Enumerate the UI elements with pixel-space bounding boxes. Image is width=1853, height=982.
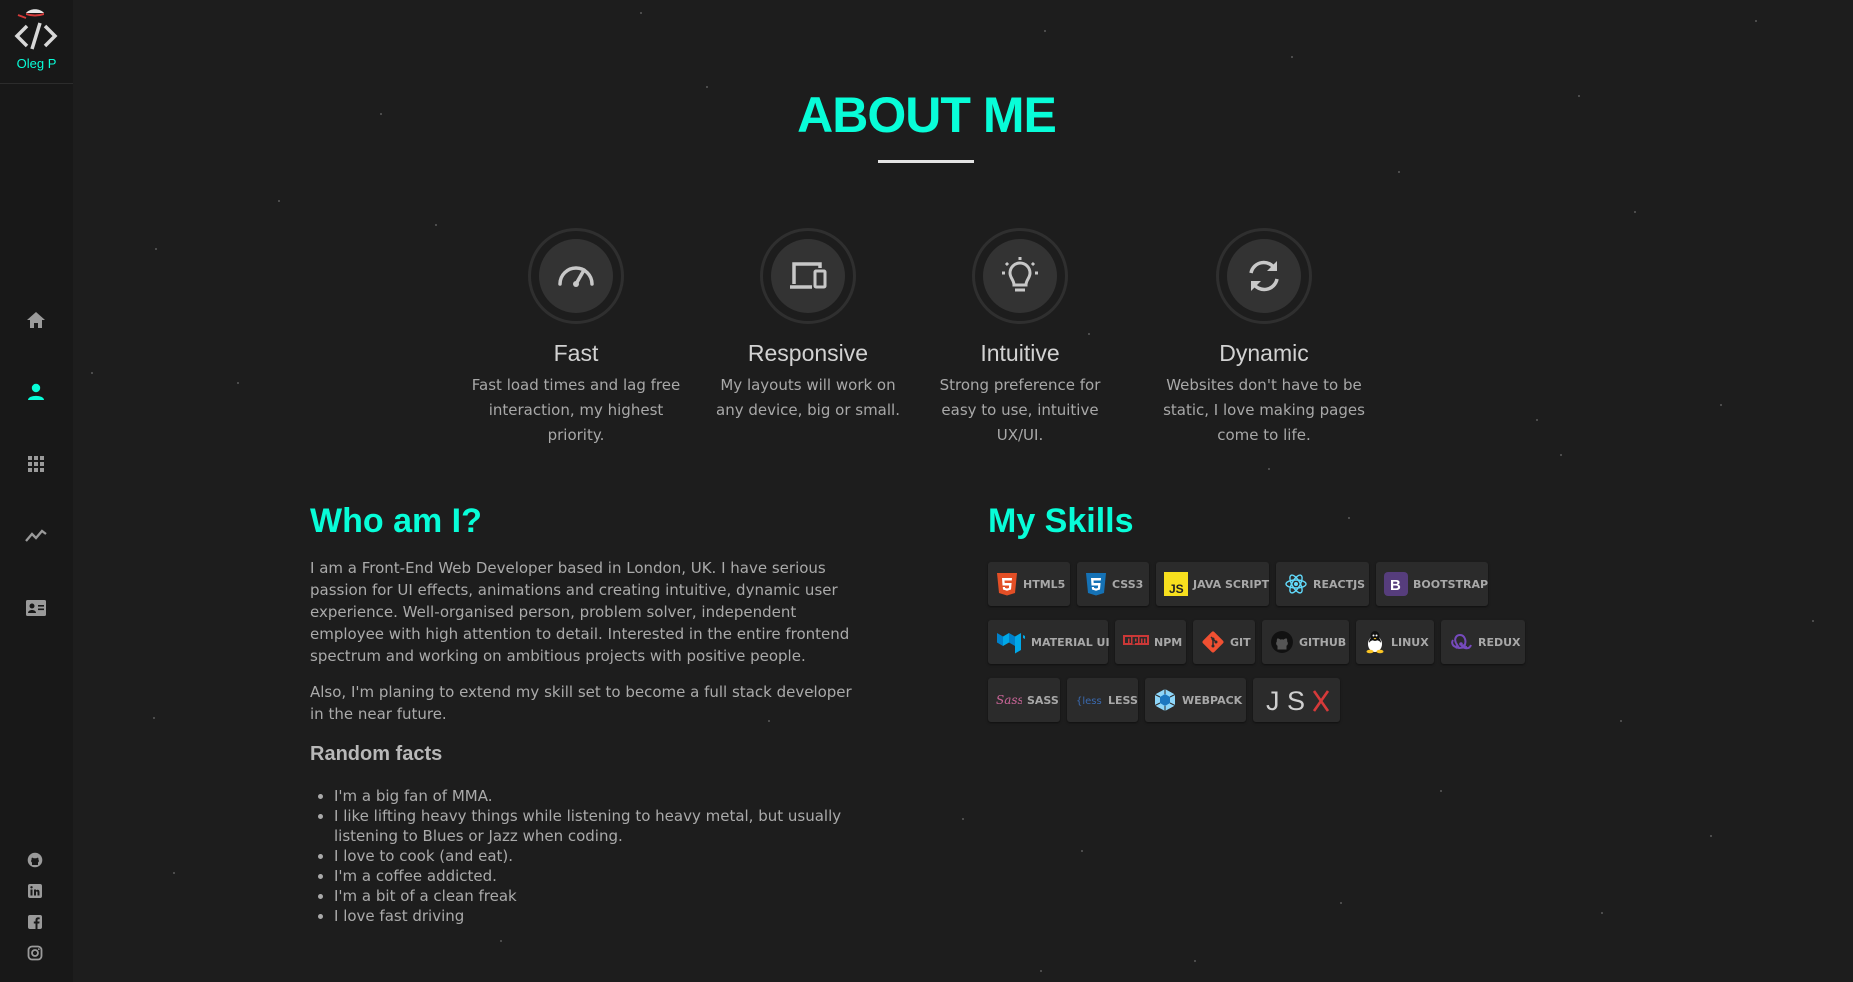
refresh-icon <box>1249 260 1279 292</box>
skill-badge-bootstrap: B BOOTSTRAP <box>1376 562 1488 606</box>
skill-badge-javascript: JS JAVA SCRIPT <box>1156 562 1269 606</box>
feature-icon-circle <box>1216 228 1312 324</box>
skill-label: LESS <box>1108 693 1138 707</box>
my-skills-heading: My Skills <box>988 502 1134 540</box>
html5-icon <box>997 573 1017 596</box>
devices-icon <box>790 262 827 289</box>
skill-badge-npm: NPM <box>1115 620 1186 664</box>
github-icon <box>1271 631 1293 653</box>
random-facts-list: I'm a big fan of MMA. I like lifting hea… <box>334 786 874 926</box>
skill-label: MATERIAL UI <box>1031 635 1110 649</box>
npm-icon <box>1123 635 1149 645</box>
skill-badge-reactjs: REACTJS <box>1276 562 1369 606</box>
css3-icon <box>1086 573 1106 596</box>
code-logo-icon <box>14 9 58 50</box>
javascript-icon: JS <box>1164 572 1188 596</box>
skill-badge-html5: HTML5 <box>988 562 1070 606</box>
skill-badge-less: {less} LESS <box>1067 678 1138 722</box>
feature-title: Responsive <box>747 340 869 366</box>
skill-label: REACTJS <box>1313 577 1366 591</box>
git-icon <box>1202 631 1224 653</box>
material-ui-icon <box>997 633 1025 654</box>
list-item: I love to cook (and eat). <box>334 846 874 866</box>
speedometer-icon <box>558 266 594 287</box>
svg-text:Sass: Sass <box>996 693 1022 707</box>
lightbulb-icon <box>1002 257 1038 292</box>
plans-paragraph: Also, I'm planing to extend my skill set… <box>310 683 852 723</box>
skill-label: GITHUB <box>1299 635 1347 649</box>
contact-card-icon[interactable] <box>24 596 48 620</box>
who-am-i-heading: Who am I? <box>310 502 482 540</box>
facebook-icon[interactable] <box>27 914 43 930</box>
bootstrap-icon: B <box>1384 572 1408 596</box>
logo[interactable]: Oleg P <box>0 0 73 84</box>
trending-icon[interactable] <box>24 524 48 548</box>
feature-title: Intuitive <box>980 340 1060 366</box>
feature-title: Dynamic <box>1219 340 1309 366</box>
page-title: ABOUT ME <box>797 87 1057 143</box>
skill-badge-github: GITHUB <box>1262 620 1349 664</box>
random-facts-heading: Random facts <box>310 743 443 765</box>
less-icon: {less} <box>1076 696 1103 707</box>
jsx-icon: J S <box>1266 686 1329 715</box>
skill-label: J S <box>1266 686 1305 715</box>
github-icon[interactable] <box>27 852 43 868</box>
list-item: I'm a bit of a clean freak <box>334 886 874 906</box>
instagram-icon[interactable] <box>27 945 43 961</box>
feature-description: Websites don't have to be static, I love… <box>1163 376 1365 444</box>
skill-badge-redux: REDUX <box>1441 620 1525 664</box>
feature-icon-circle <box>972 228 1068 324</box>
redux-icon <box>1451 633 1472 650</box>
react-icon <box>1285 574 1307 594</box>
bio-paragraph: I am a Front-End Web Developer based in … <box>310 559 850 665</box>
feature-icon-circle <box>528 228 624 324</box>
webpack-icon <box>1154 689 1176 711</box>
list-item: I'm a big fan of MMA. <box>334 786 874 806</box>
user-icon[interactable] <box>24 380 48 404</box>
title-underline <box>878 160 974 163</box>
skill-label: SASS <box>1027 693 1059 707</box>
svg-text:JS: JS <box>1169 582 1184 596</box>
skill-label: BOOTSTRAP <box>1413 577 1489 591</box>
skill-label: WEBPACK <box>1182 693 1243 707</box>
apps-grid-icon[interactable] <box>24 452 48 476</box>
skill-badge-sass: Sass SASS <box>988 678 1060 722</box>
skill-badge-material-ui: MATERIAL UI <box>988 620 1110 664</box>
skill-badge-git: GIT <box>1193 620 1255 664</box>
skill-badge-jsx: J S <box>1253 678 1340 722</box>
feature-description: My layouts will work on any device, big … <box>716 376 900 419</box>
skill-label: LINUX <box>1391 635 1429 649</box>
feature-title: Fast <box>553 340 599 366</box>
skill-label: GIT <box>1230 635 1251 649</box>
skill-label: HTML5 <box>1023 577 1066 591</box>
svg-text:B: B <box>1390 577 1401 594</box>
linkedin-icon[interactable] <box>27 883 43 899</box>
linux-icon <box>1366 631 1384 654</box>
feature-description: Strong preference for easy to use, intui… <box>939 376 1101 444</box>
feature-description: Fast load times and lag free interaction… <box>471 376 681 444</box>
list-item: I like lifting heavy things while listen… <box>334 806 874 846</box>
starfield-background <box>0 0 1853 982</box>
skill-label: REDUX <box>1478 635 1521 649</box>
list-item: I love fast driving <box>334 906 874 926</box>
skill-label: CSS3 <box>1112 577 1144 591</box>
svg-text:{less}: {less} <box>1076 696 1103 707</box>
skill-badge-css3: CSS3 <box>1077 562 1149 606</box>
sass-icon: Sass <box>996 693 1022 707</box>
skill-badge-webpack: WEBPACK <box>1145 678 1246 722</box>
brand-name: Oleg P <box>16 56 57 71</box>
sidebar: Oleg P <box>0 0 73 982</box>
home-icon[interactable] <box>24 308 48 332</box>
list-item: I'm a coffee addicted. <box>334 866 874 886</box>
skill-badge-linux: LINUX <box>1356 620 1434 664</box>
skill-label: JAVA SCRIPT <box>1193 577 1270 591</box>
skill-label: NPM <box>1154 635 1183 649</box>
feature-icon-circle <box>760 228 856 324</box>
